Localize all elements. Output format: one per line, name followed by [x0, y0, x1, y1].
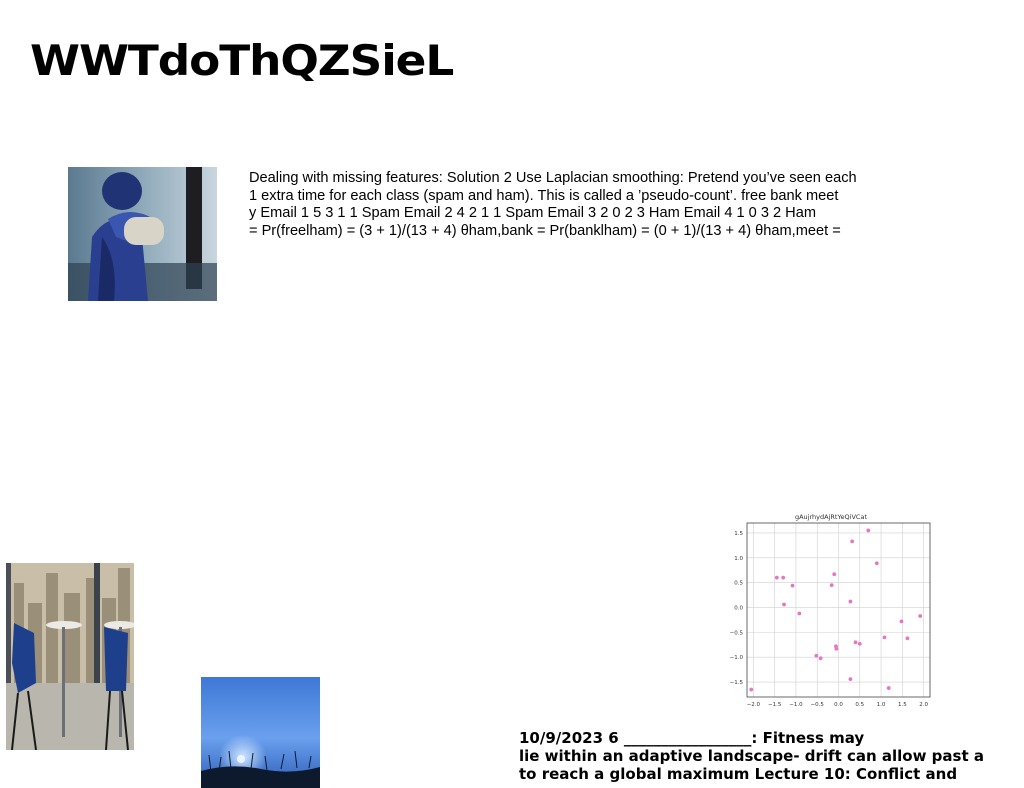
- boxer-photo: [68, 167, 217, 301]
- chart-title: gAujrhydAjRtYeQiVCat: [795, 513, 867, 521]
- y-tick-label: 0.0: [734, 606, 743, 612]
- x-tick-label: 0.5: [855, 702, 864, 708]
- slide-body: Dealing with missing features: Solution …: [249, 170, 929, 240]
- footer-text: 10/9/2023 6 _________________: Fitness m…: [519, 729, 984, 783]
- scatter-point: [899, 619, 904, 624]
- scatter-point: [832, 572, 837, 577]
- body-line: = Pr(freelham) = (3 + 1)/(13 + 4) θham,b…: [249, 222, 841, 239]
- slide-title: WWTdoThQZSieL: [30, 36, 454, 85]
- scatter-point: [853, 640, 858, 645]
- y-tick-label: −1.5: [730, 680, 744, 686]
- scatter-point: [818, 656, 823, 661]
- scatter-point: [848, 677, 853, 682]
- x-tick-label: 0.0: [834, 702, 843, 708]
- scatter-point: [905, 636, 910, 641]
- scatter-point: [874, 561, 879, 566]
- footer-line: lie within an adaptive landscape- drift …: [519, 747, 984, 765]
- x-tick-label: 1.5: [898, 702, 907, 708]
- scatter-point: [790, 583, 795, 588]
- scatter-chart: gAujrhydAjRtYeQiVCat −2.0 −1.5 −1.0 −0.5 0.0…: [730, 513, 931, 708]
- x-tick-label: 1.0: [877, 702, 886, 708]
- scatter-point: [918, 614, 923, 618]
- scatter-point: [850, 539, 855, 544]
- x-tick-label: −0.5: [811, 702, 825, 708]
- scatter-point: [814, 653, 819, 658]
- x-tick-label: 2.0: [919, 702, 928, 708]
- scatter-point: [848, 599, 853, 604]
- scatter-point: [829, 583, 834, 588]
- body-line: 1 extra time for each class (spam and ha…: [249, 187, 839, 204]
- body-line: y Email 1 5 3 1 1 Spam Email 2 4 2 1 1 S…: [249, 205, 816, 221]
- y-tick-label: −1.0: [730, 655, 744, 661]
- scatter-point: [866, 528, 871, 533]
- scatter-point: [797, 611, 802, 616]
- y-tick-label: 1.0: [734, 556, 743, 562]
- footer-line: 10/9/2023 6 _________________: Fitness m…: [519, 729, 865, 747]
- scatter-point: [781, 575, 786, 580]
- y-tick-label: −0.5: [730, 630, 744, 636]
- x-tick-label: −1.5: [768, 702, 782, 708]
- x-tick-label: −1.0: [789, 702, 803, 708]
- dusk-field-photo: [201, 677, 320, 788]
- body-line: Dealing with missing features: Solution …: [249, 170, 857, 186]
- scatter-point: [749, 687, 754, 692]
- scatter-point: [886, 686, 891, 690]
- scatter-point: [834, 646, 839, 651]
- y-tick-label: 1.5: [734, 531, 743, 537]
- scatter-point: [782, 602, 786, 607]
- y-tick-label: 0.5: [734, 581, 743, 587]
- scatter-point: [882, 635, 887, 640]
- x-tick-label: −2.0: [747, 702, 761, 708]
- scatter-point: [857, 641, 862, 646]
- cafe-window-photo: [6, 563, 134, 750]
- scatter-point: [774, 575, 779, 580]
- footer-line: to reach a global maximum Lecture 10: Co…: [519, 765, 958, 783]
